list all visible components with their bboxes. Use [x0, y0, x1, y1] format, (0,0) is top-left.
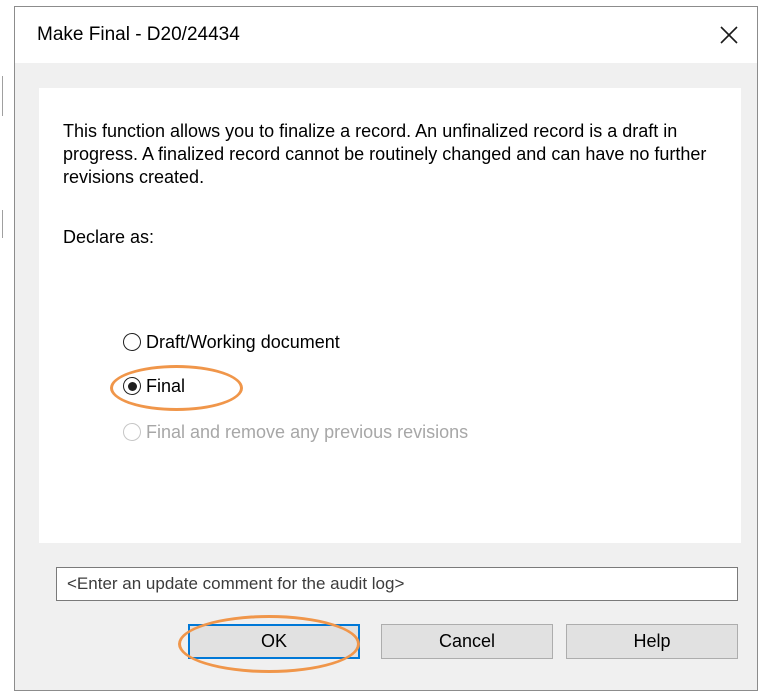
- radio-final-remove-revisions: Final and remove any previous revisions: [123, 419, 468, 445]
- radio-button-unchecked[interactable]: [123, 333, 141, 351]
- cancel-button[interactable]: Cancel: [381, 624, 553, 659]
- radio-button-checked[interactable]: [123, 377, 141, 395]
- radio-selected-dot: [127, 381, 137, 391]
- radio-label: Draft/Working document: [146, 331, 340, 352]
- close-icon: [720, 26, 738, 44]
- background-window-edge: [2, 210, 3, 238]
- close-button[interactable]: [701, 7, 757, 63]
- radio-button-disabled: [123, 423, 141, 441]
- help-button[interactable]: Help: [566, 624, 738, 659]
- title-bar: Make Final - D20/24434: [15, 7, 757, 63]
- ok-button[interactable]: OK: [188, 624, 360, 659]
- content-panel: This function allows you to finalize a r…: [39, 88, 741, 543]
- declare-as-label: Declare as:: [63, 227, 155, 247]
- radio-label: Final: [146, 375, 186, 396]
- radio-draft-working-document[interactable]: Draft/Working document: [123, 329, 340, 355]
- background-window-edge: [2, 76, 3, 116]
- update-comment-input[interactable]: [56, 567, 738, 601]
- description-text: This function allows you to finalize a r…: [63, 121, 707, 187]
- make-final-dialog: Make Final - D20/24434 This function all…: [14, 6, 758, 691]
- radio-final[interactable]: Final: [123, 373, 185, 399]
- dialog-title: Make Final - D20/24434: [37, 24, 240, 45]
- radio-label: Final and remove any previous revisions: [146, 421, 469, 442]
